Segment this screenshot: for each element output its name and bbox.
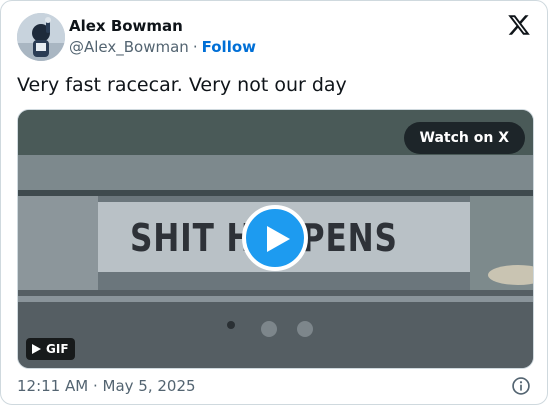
avatar-image (17, 13, 65, 61)
gif-label: GIF (46, 342, 69, 356)
handle-row: @Alex_Bowman · Follow (69, 37, 256, 57)
gif-play-icon (32, 344, 41, 354)
display-name[interactable]: Alex Bowman (69, 16, 256, 36)
tweet-header: Alex Bowman @Alex_Bowman · Follow (17, 13, 531, 61)
follow-button[interactable]: Follow (202, 38, 256, 56)
tweet-text: Very fast racecar. Very not our day (17, 74, 347, 96)
handle[interactable]: @Alex_Bowman (69, 38, 189, 56)
avatar[interactable] (17, 13, 65, 61)
play-button[interactable] (242, 205, 308, 271)
author-info: Alex Bowman @Alex_Bowman · Follow (69, 16, 256, 57)
watch-on-x-button[interactable]: Watch on X (403, 122, 525, 154)
info-icon[interactable] (511, 376, 531, 396)
tweet-footer: 12:11 AM · May 5, 2025 (17, 375, 531, 397)
timestamp[interactable]: 12:11 AM · May 5, 2025 (17, 375, 196, 397)
gif-badge[interactable]: GIF (26, 338, 75, 360)
separator-dot: · (192, 38, 198, 56)
tweet-embed-card: Alex Bowman @Alex_Bowman · Follow Very fas… (0, 0, 548, 405)
media-video[interactable]: SHIT HAPPENS Watch on X GIF (17, 109, 534, 369)
play-icon (267, 226, 290, 252)
x-logo-icon[interactable] (507, 13, 531, 37)
